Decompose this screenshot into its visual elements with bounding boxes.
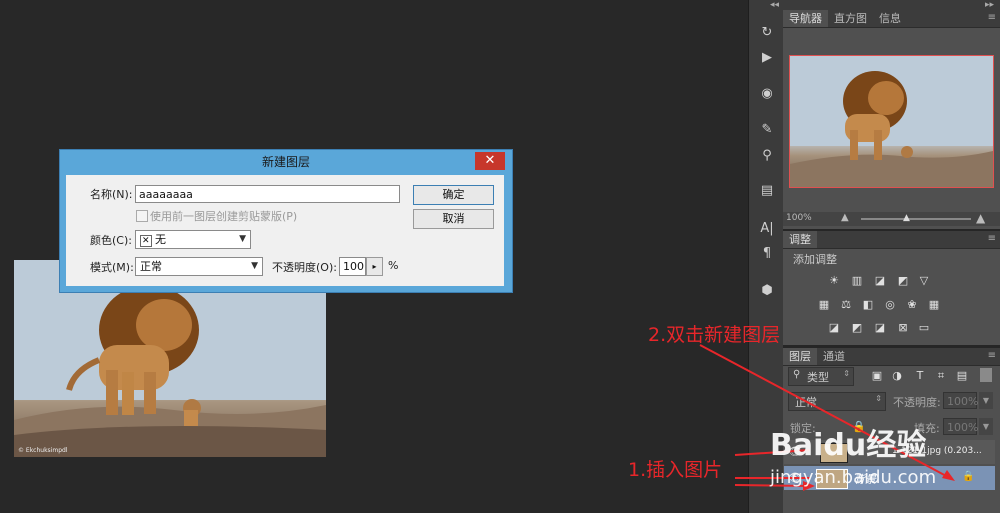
baidu-watermark-logo: Baidu经验 (770, 428, 927, 463)
annotation-step-1: 1.插入图片 (628, 459, 723, 481)
annotation-step-2: 2.双击新建图层 (648, 324, 781, 346)
baidu-watermark-url: jingyan.baidu.com (770, 467, 937, 488)
